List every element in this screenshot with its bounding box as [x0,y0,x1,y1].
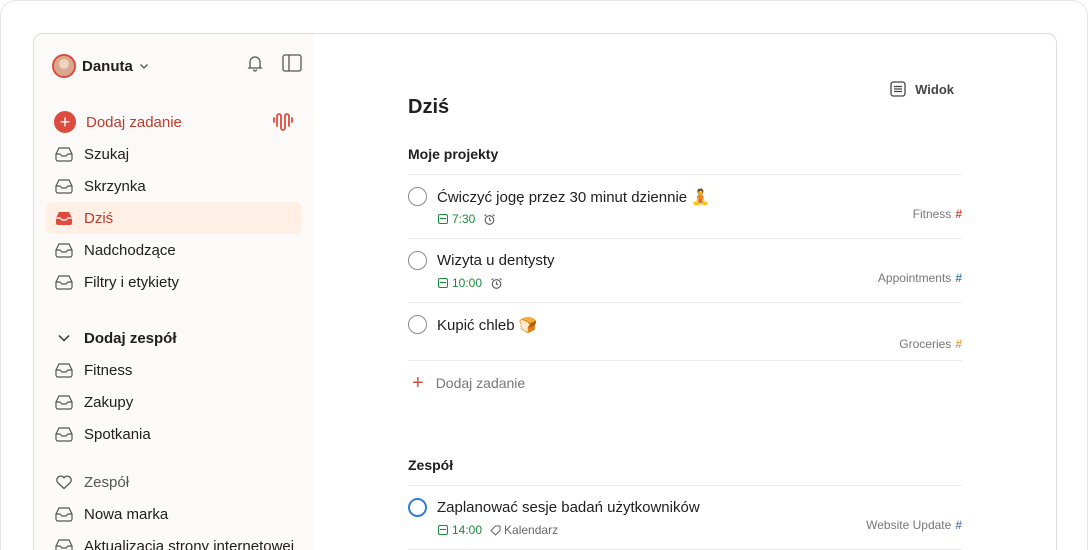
hash-icon: # [955,518,962,532]
task-checkbox[interactable] [408,315,427,334]
view-label: Widok [915,81,954,97]
group-title: Zespół [408,457,962,486]
sidebar-item-label: Dziś [84,209,114,227]
alarm-icon [484,213,496,225]
page-title: Dziś [408,96,450,118]
task-checkbox[interactable] [408,498,427,517]
sidebar-project-nowa-marka[interactable]: Nowa marka [46,498,302,530]
user-menu[interactable]: Danuta [52,54,149,78]
hash-icon: # [955,271,962,285]
app-frame: Danuta + Dodaj zadanie Szukaj Skrzynka D… [0,0,1088,550]
sidebar-nav: + Dodaj zadanie Szukaj Skrzynka Dziś Nad… [46,106,302,550]
sidebar-team-header[interactable]: Zespół [46,466,302,498]
task-item[interactable]: Ćwiczyć jogę przez 30 minut dziennie 🧘 7… [408,175,962,239]
task-project[interactable]: Groceries # [899,337,962,351]
waveform-icon[interactable] [272,112,294,132]
task-due: 10:00 [438,276,482,290]
add-task-label: Dodaj zadanie [86,113,182,131]
sidebar-item-label: Zakupy [84,393,134,411]
task-time: 7:30 [452,212,476,226]
chevron-down-icon [139,64,148,69]
task-emoji: 🧘 [691,188,710,206]
sidebar-item-label: Spotkania [84,425,151,443]
sidebar-item-label: Fitness [84,361,133,379]
task-checkbox[interactable] [408,187,427,206]
task-project[interactable]: Appointments # [878,271,962,285]
plus-icon: + [412,372,424,394]
main-content: Widok Dziś Moje projekty Ćwiczyć jogę pr… [314,34,1056,550]
sidebar-item-today[interactable]: Dziś [46,202,302,234]
calendar-icon [438,278,448,288]
search-icon [55,147,73,162]
sidebar-item-search[interactable]: Szukaj [46,138,302,170]
sidebar-item-label: Nadchodzące [84,241,176,259]
task-due: 14:00 [438,523,482,537]
sidebar-item-label: Skrzynka [84,177,146,195]
task-item[interactable]: Kupić chleb 🍞 Groceries # [408,303,962,361]
inbox-icon [55,179,73,194]
sidebar-project-fitness[interactable]: Fitness [46,354,302,386]
hash-icon: # [955,207,962,221]
alarm-icon [491,277,502,289]
sidebar-item-label: Szukaj [84,145,130,163]
view-button[interactable]: Widok [889,80,954,98]
add-task-button[interactable]: + Dodaj zadanie [46,106,302,138]
task-checkbox[interactable] [408,251,427,270]
plus-icon: + [54,111,76,133]
upcoming-icon [55,243,73,258]
chevron-down-icon [58,334,70,342]
bell-icon[interactable] [246,54,264,72]
task-name: Zaplanować sesje badań użytkowników [437,499,700,516]
filters-icon [55,275,73,290]
app-window: Danuta + Dodaj zadanie Szukaj Skrzynka D… [33,33,1057,550]
sidebar-item-upcoming[interactable]: Nadchodzące [46,234,302,266]
sidebar-item-label: Filtry i etykiety [84,273,180,291]
task-list: Moje projekty Ćwiczyć jogę przez 30 minu… [408,146,962,550]
project-icon [55,507,73,522]
sidebar-item-label: Nowa marka [84,505,169,523]
sidebar-project-website[interactable]: Aktualizacja strony internetowej [46,530,302,550]
task-due: 7:30 [438,212,475,226]
calendar-icon [438,525,448,535]
today-icon [56,212,72,225]
heart-icon [56,475,72,490]
sidebar-item-inbox[interactable]: Skrzynka [46,170,302,202]
sidebar-toggle-icon[interactable] [282,54,302,72]
task-item[interactable]: Zaplanować sesje badań użytkowników 14:0… [408,486,962,550]
task-time: 10:00 [452,276,483,290]
sidebar-item-label: Zespół [84,473,130,491]
team-section-header[interactable]: Dodaj zespół [46,322,302,354]
task-name: Ćwiczyć jogę przez 30 minut dziennie 🧘 [437,188,710,206]
project-icon [55,427,73,442]
sidebar-item-filters[interactable]: Filtry i etykiety [46,266,302,298]
task-emoji: 🍞 [518,316,538,334]
hash-icon: # [955,337,962,351]
project-icon [55,539,73,550]
sidebar-item-label: Aktualizacja strony internetowej [84,537,295,550]
task-item[interactable]: Wizyta u dentysty 10:00 Appointments # [408,239,962,303]
task-label[interactable]: Kalendarz [490,523,558,537]
team-section-label: Dodaj zespół [84,329,177,347]
user-name: Danuta [82,57,133,75]
add-task-inline-button[interactable]: + Dodaj zadanie [408,361,962,405]
view-icon [890,81,906,97]
project-icon [55,395,73,410]
task-project[interactable]: Website Update # [866,518,962,532]
avatar [52,54,76,78]
task-project[interactable]: Fitness # [913,207,962,221]
sidebar-project-zakupy[interactable]: Zakupy [46,386,302,418]
sidebar: Danuta + Dodaj zadanie Szukaj Skrzynka D… [34,34,314,550]
tag-icon [490,525,501,536]
task-name: Kupić chleb 🍞 [437,316,538,334]
task-name: Wizyta u dentysty [437,252,555,269]
sidebar-project-spotkania[interactable]: Spotkania [46,418,302,450]
task-time: 14:00 [452,523,483,537]
calendar-icon [438,214,448,224]
add-task-label: Dodaj zadanie [435,375,526,391]
project-icon [55,363,73,378]
group-title: Moje projekty [408,146,962,175]
